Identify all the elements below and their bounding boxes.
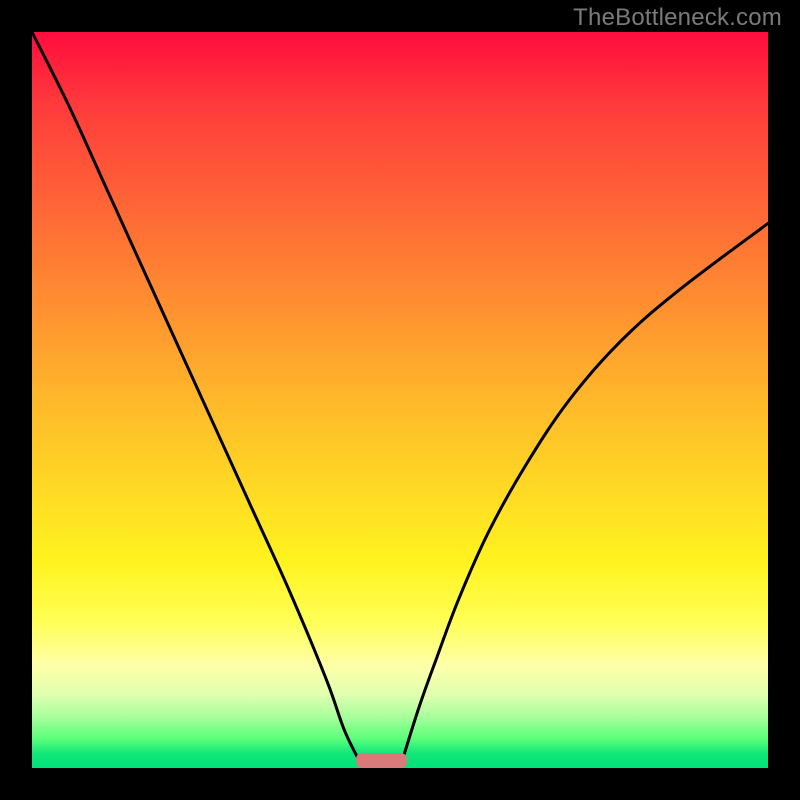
- left-curve: [32, 32, 363, 768]
- chart-frame: TheBottleneck.com: [0, 0, 800, 800]
- watermark-text: TheBottleneck.com: [573, 4, 782, 32]
- right-curve: [400, 223, 768, 768]
- plot-area: [32, 32, 768, 768]
- bottleneck-marker: [356, 753, 408, 768]
- curve-layer: [32, 32, 768, 768]
